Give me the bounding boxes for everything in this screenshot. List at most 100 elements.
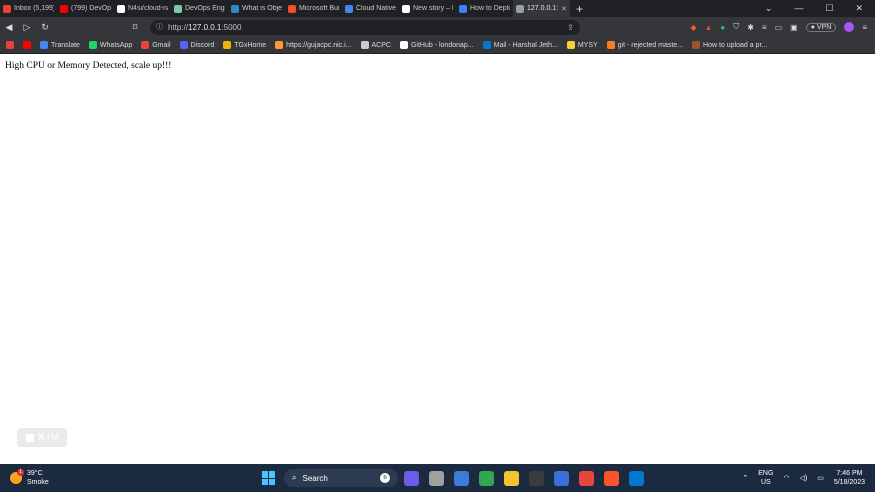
extension-shield-icon[interactable]: ⛉	[733, 22, 739, 32]
tab-label: N4si/cloud-nativ	[128, 5, 168, 12]
weather-icon: 1	[10, 469, 24, 484]
reload-icon[interactable]: ↻	[36, 22, 54, 33]
playlist-icon[interactable]: ≡	[762, 23, 767, 32]
bookmark-item[interactable]: Translate	[40, 41, 80, 49]
language-code: ENG	[758, 470, 774, 477]
bookmark-item[interactable]: TGxHome	[223, 41, 266, 49]
tab-label: DevOps Enginee	[185, 5, 225, 12]
browser-tab[interactable]: Cloud Native Re	[342, 0, 399, 17]
tab-favicon-icon	[288, 4, 296, 13]
wallet-icon[interactable]: ▣	[790, 23, 798, 32]
bookmark-label: https://gujacpc.nic.i...	[286, 41, 352, 49]
bookmark-item[interactable]: How to upload a pr...	[692, 41, 767, 49]
taskbar-app-icon[interactable]	[504, 470, 519, 486]
bookmark-label: Mail - Harshal Jeth...	[493, 41, 558, 49]
taskbar-app-icon[interactable]	[404, 470, 419, 486]
forward-icon[interactable]: ▷	[18, 22, 36, 33]
bookmark-favicon-icon	[23, 41, 31, 49]
clock-time: 7:46 PM	[836, 470, 863, 477]
url-host: 127.0.0.1	[188, 22, 222, 32]
taskbar-search[interactable]: ⌕ Search b	[284, 469, 398, 487]
bookmark-favicon-icon	[88, 41, 97, 49]
bookmark-label: WhatsApp	[99, 41, 133, 49]
bookmark-item[interactable]: GitHub - londonap...	[399, 41, 474, 49]
bookmark-item[interactable]: Discord	[179, 41, 214, 49]
browser-tab[interactable]: N4si/cloud-nativ	[114, 0, 171, 17]
extensions-icon[interactable]: ✱	[747, 23, 754, 32]
new-tab-button[interactable]: +	[576, 2, 583, 16]
taskbar-app-icon[interactable]	[579, 470, 594, 486]
bookmark-favicon-icon	[692, 41, 701, 49]
weather-widget[interactable]: 1 39°C Smoke	[0, 469, 240, 487]
bookmark-item[interactable]: Mail - Harshal Jeth...	[482, 41, 558, 49]
taskbar-app-icon[interactable]	[429, 470, 444, 486]
clock[interactable]: 7:46 PM 5/18/2023	[834, 469, 865, 487]
weather-condition: Smoke	[27, 479, 49, 486]
brave-shield-icon[interactable]: ◆	[690, 23, 696, 32]
start-button[interactable]	[262, 471, 276, 485]
bookmark-label: Gmail	[152, 41, 171, 49]
bookmark-favicon-icon	[141, 41, 150, 49]
taskbar-app-icon[interactable]	[629, 470, 644, 486]
bookmark-label: GitHub - londonap...	[410, 41, 474, 49]
bookmark-item[interactable]: MYSY	[566, 41, 598, 49]
browser-tab[interactable]: (799) DevOps Pr	[57, 0, 114, 17]
volume-icon[interactable]: ◁)	[800, 474, 808, 482]
bookmark-item[interactable]: https://gujacpc.nic.i...	[275, 41, 352, 49]
bookmark-favicon-icon	[179, 41, 188, 49]
browser-tab[interactable]: DevOps Enginee	[171, 0, 228, 17]
tab-label: New story – Med	[413, 5, 453, 12]
taskbar-app-icon[interactable]	[529, 470, 544, 486]
url-scheme: http://	[168, 22, 189, 32]
info-icon[interactable]: ⓘ	[156, 22, 163, 32]
chevron-up-icon[interactable]: ⌃	[742, 474, 748, 482]
tab-label: Microsoft Build	[299, 5, 339, 12]
bookmark-item[interactable]: WhatsApp	[88, 41, 133, 49]
menu-icon[interactable]: ≡	[862, 23, 867, 32]
tab-favicon-icon	[402, 4, 410, 13]
battery-icon[interactable]: ▭	[817, 474, 824, 482]
bookmark-favicon-icon	[6, 41, 14, 49]
taskbar-app-icon[interactable]	[604, 470, 619, 486]
vpn-button[interactable]: ● VPN	[805, 22, 837, 32]
url-port: :5000	[221, 22, 242, 32]
browser-tab[interactable]: How to Deploy a	[456, 0, 513, 17]
browser-tab[interactable]: What is Object-O	[228, 0, 285, 17]
browser-tab[interactable]: New story – Med	[399, 0, 456, 17]
bookmark-favicon-icon	[40, 41, 48, 49]
browser-tab[interactable]: Inbox (5,199) - ha	[0, 0, 57, 17]
taskbar-app-icon[interactable]	[554, 470, 569, 486]
taskbar-app-icon[interactable]	[454, 470, 469, 486]
sidebar-icon[interactable]: ▭	[775, 23, 783, 32]
close-icon[interactable]: ✕	[855, 3, 863, 14]
bookmark-favicon-icon	[275, 41, 284, 49]
tab-search-icon[interactable]: ⌄	[765, 3, 773, 14]
brave-rewards-icon[interactable]: ▲	[704, 23, 712, 32]
back-icon[interactable]: ◀	[0, 22, 18, 33]
bookmark-favicon-icon	[566, 41, 575, 49]
wifi-icon[interactable]: ◠	[783, 474, 789, 482]
browser-tab[interactable]: 127.0.0.1:500✕	[513, 0, 570, 17]
bookmark-item[interactable]: ACPC	[360, 41, 391, 49]
bookmark-item[interactable]: Gmail	[141, 41, 171, 49]
shortcut-pill[interactable]: ⌘+M	[17, 428, 67, 447]
profile-avatar[interactable]	[844, 22, 855, 32]
vpn-label: VPN	[816, 23, 832, 31]
grammarly-icon[interactable]: ●	[720, 23, 725, 32]
bookmark-item[interactable]	[6, 41, 14, 49]
close-tab-icon[interactable]: ✕	[561, 5, 567, 13]
bookmark-label: Translate	[51, 41, 80, 49]
share-icon[interactable]: ⇪	[567, 23, 574, 32]
language-indicator[interactable]: ENG US	[758, 469, 773, 487]
bookmark-icon[interactable]: ⌑	[126, 22, 144, 33]
maximize-icon[interactable]: ☐	[825, 3, 833, 14]
weather-badge: 1	[17, 469, 24, 476]
address-bar[interactable]: ⓘ http:// 127.0.0.1 :5000 ⇪	[150, 19, 580, 35]
bookmark-item[interactable]	[23, 41, 31, 49]
browser-tab[interactable]: Microsoft Build	[285, 0, 342, 17]
taskbar-app-icon[interactable]	[479, 470, 494, 486]
bookmark-item[interactable]: git - rejected maste...	[606, 41, 683, 49]
bing-icon[interactable]: b	[380, 473, 390, 483]
minimize-icon[interactable]: —	[794, 3, 803, 14]
browser-toolbar: ◀ ▷ ↻ ⌑ ⓘ http:// 127.0.0.1 :5000 ⇪ ◆ ▲ …	[0, 17, 875, 37]
